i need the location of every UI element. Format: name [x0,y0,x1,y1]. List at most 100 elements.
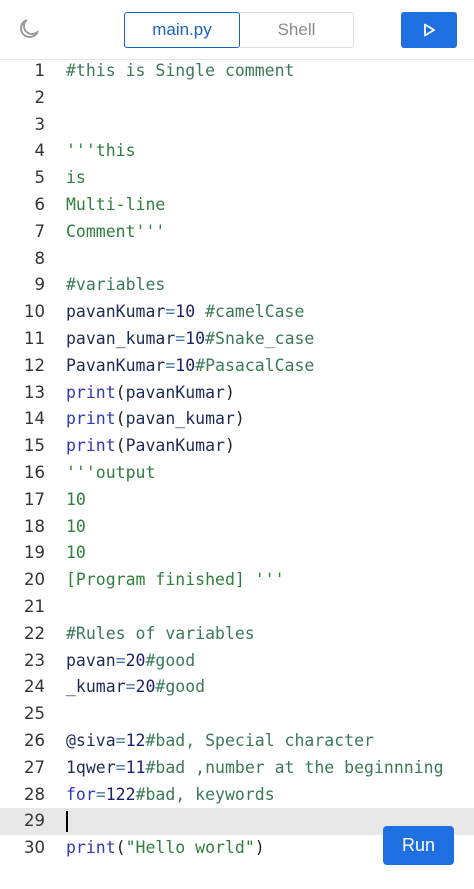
line-number: 18 [24,516,45,536]
code-line: 16 '''output [0,460,474,487]
code-text: '''this [66,141,136,161]
code-editor[interactable]: 1 #this is Single comment 2 3 4 '''this 5i… [0,58,474,862]
code-text: Multi-line [66,194,166,214]
code-line: 11 pavan_kumar=10#Snake_case [0,326,474,353]
top-bar: main.py Shell [0,0,474,60]
line-number: 23 [24,650,45,670]
line-number: 15 [24,436,45,456]
code-operator: = [175,328,186,348]
line-number: 25 [24,704,45,724]
code-line: 2 [0,85,474,112]
code-text: #Rules of variables [66,623,255,643]
line-number: 6 [34,194,46,214]
code-identifier: @siva [66,730,116,750]
code-line: 12 PavanKumar=10#PasacalCase [0,353,474,380]
code-line: 14 print(pavan_kumar) [0,406,474,433]
line-number: 21 [24,596,45,616]
code-identifier: PavanKumar [66,355,166,375]
code-paren: ) [254,838,265,858]
line-number: 22 [24,623,45,643]
code-line: 27 1qwer=11#bad ,number at the beginnning [0,755,474,782]
code-line: 25 [0,701,474,728]
moon-icon [20,19,39,38]
code-identifier: pavanKumar [66,302,166,322]
code-operator: = [95,784,106,804]
code-text: [Program finished] ''' [66,570,285,590]
code-operator: = [165,355,176,375]
code-paren: ) [234,409,245,429]
code-comment: #bad, Special character [145,730,374,750]
code-comment: #Snake_case [205,328,315,348]
code-keyword: for [66,784,96,804]
code-line: 10 pavanKumar=10 #camelCase [0,299,474,326]
code-line: 21 [0,594,474,621]
line-number: 7 [34,221,46,241]
code-line: 3 [0,112,474,139]
code-line: 13 print(pavanKumar) [0,380,474,407]
code-paren: ) [224,382,235,402]
code-string: "Hello world" [125,838,255,858]
line-number: 24 [24,677,45,697]
line-number: 13 [24,382,45,402]
code-operator: = [115,650,126,670]
code-line: 28 for=122#bad, keywords [0,782,474,809]
code-comment: #camelCase [195,302,305,322]
code-text: is [66,168,86,188]
code-identifier: pavan_kumar [125,409,235,429]
code-line: 1 #this is Single comment [0,58,474,85]
code-line: 23 pavan=20#good [0,648,474,675]
line-number: 28 [24,784,45,804]
code-paren: ( [115,382,126,402]
code-line: 6 Multi-line [0,192,474,219]
code-line: 17 10 [0,487,474,514]
line-number: 3 [34,114,46,134]
code-identifier: pavan_kumar [66,328,176,348]
code-comment: #PasacalCase [195,355,315,375]
code-operator: = [115,730,126,750]
code-line: 19 10 [0,540,474,567]
code-comment: #good [155,677,206,697]
code-line: 24 _kumar=20#good [0,674,474,701]
code-line: 18 10 [0,514,474,541]
run-top-button[interactable] [401,12,457,48]
code-number: 20 [125,650,146,670]
code-number: 10 [185,328,206,348]
line-number: 17 [24,489,45,509]
line-number: 14 [24,409,45,429]
code-line: 7 Comment''' [0,219,474,246]
code-comment: #bad ,number at the beginnning [145,757,444,777]
code-number: 11 [125,757,146,777]
code-paren: ( [115,409,126,429]
line-number: 16 [24,462,45,482]
code-keyword: print [66,838,116,858]
theme-toggle-button[interactable] [14,14,44,44]
line-number: 29 [24,811,45,831]
code-paren: ( [115,838,126,858]
line-number: 19 [24,543,45,563]
text-cursor [66,811,68,833]
code-line: 22 #Rules of variables [0,621,474,648]
code-keyword: print [66,382,116,402]
code-text: 10 [66,489,86,509]
code-operator: = [165,302,176,322]
code-line: 20 [Program finished] ''' [0,567,474,594]
code-identifier: _kumar [66,677,126,697]
line-number: 10 [24,302,45,322]
tab-shell[interactable]: Shell [240,12,354,48]
code-text: 10 [66,516,86,536]
line-number: 27 [24,757,45,777]
line-number: 9 [34,275,46,295]
play-icon [424,23,435,37]
code-text: '''output [66,462,156,482]
code-identifier: 1qwer [66,757,116,777]
code-operator: = [125,677,136,697]
code-number: 10 [175,355,196,375]
line-number: 1 [34,61,46,80]
line-number: 2 [34,87,46,107]
line-number: 26 [24,730,45,750]
tab-main-py[interactable]: main.py [124,12,240,48]
code-line: 26 @siva=12#bad, Special character [0,728,474,755]
code-keyword: print [66,409,116,429]
line-number: 20 [24,570,45,590]
run-button[interactable]: Run [383,826,454,865]
